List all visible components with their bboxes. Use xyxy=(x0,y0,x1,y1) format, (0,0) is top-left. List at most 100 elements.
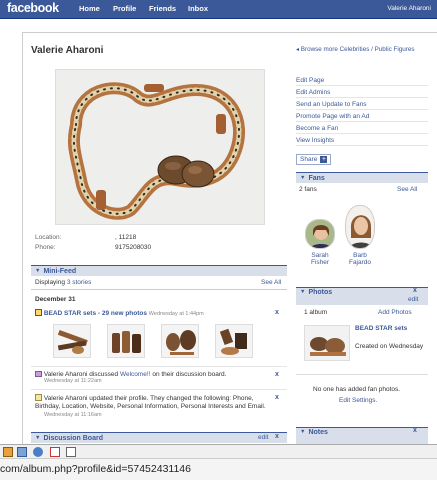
beads-photo-icon xyxy=(305,326,349,360)
discussion-close-button[interactable]: x xyxy=(275,433,279,440)
notes-close-button[interactable]: x xyxy=(413,427,417,434)
album-cover[interactable] xyxy=(304,325,350,361)
fans-see-all[interactable]: See All xyxy=(397,186,417,193)
notes-box-header[interactable]: ▼ Notes xyxy=(296,427,428,444)
feed-item-remove[interactable]: x xyxy=(275,309,279,316)
divider xyxy=(31,289,287,290)
fans-box-header[interactable]: ▼ Fans xyxy=(296,172,428,183)
fans-title: Fans xyxy=(308,174,325,182)
nav-friends[interactable]: Friends xyxy=(149,4,176,13)
collapse-triangle-icon: ▼ xyxy=(300,175,306,181)
feed-item-remove[interactable]: x xyxy=(275,371,279,378)
become-fan-link[interactable]: Become a Fan xyxy=(296,125,428,134)
collapse-triangle-icon: ▼ xyxy=(35,268,41,274)
nav-profile[interactable]: Profile xyxy=(113,4,136,13)
status-bar: com/album.php?profile&id=57452431146 xyxy=(0,458,437,480)
plus-icon: + xyxy=(320,156,328,163)
page-icon[interactable] xyxy=(66,447,76,457)
edit-admins-link[interactable]: Edit Admins xyxy=(296,89,428,98)
location-value: , 11218 xyxy=(115,234,137,241)
fan-first-name: Barb xyxy=(353,252,367,259)
profile-picture[interactable] xyxy=(55,69,265,225)
feed-item-text: Valerie Aharoni discussed xyxy=(43,371,119,378)
app-icon[interactable] xyxy=(3,447,13,457)
minifeed-header[interactable]: ▼ Mini-Feed xyxy=(31,265,287,276)
view-insights-link[interactable]: View Insights xyxy=(296,137,428,146)
photos-edit-link[interactable]: edit xyxy=(408,296,418,303)
collapse-triangle-icon: ▼ xyxy=(35,435,41,441)
left-arrow-icon: ◂ xyxy=(296,47,300,53)
stories-link[interactable]: 3 stories xyxy=(67,279,92,286)
profile-page: Valerie Aharoni ◂ Browse more Celebritie… xyxy=(22,32,437,444)
beads-photo-icon xyxy=(54,325,90,357)
location-label: Location: xyxy=(35,234,62,241)
nav-inbox[interactable]: Inbox xyxy=(188,4,208,13)
feed-item-time: Wednesday at 1:44pm xyxy=(148,311,204,317)
people-icon[interactable] xyxy=(33,447,43,457)
notes-title: Notes xyxy=(308,429,328,436)
fan-name[interactable]: Sarah Fisher xyxy=(300,252,340,266)
fan-avatar[interactable] xyxy=(305,219,335,249)
photo-album-icon xyxy=(35,309,42,316)
photos-album-count: 1 album xyxy=(304,309,328,316)
feed-item-text: Valerie Aharoni updated their profile. T… xyxy=(35,395,266,410)
album-title[interactable]: BEAD STAR sets xyxy=(355,325,425,332)
minifeed-title: Mini-Feed xyxy=(43,267,77,275)
phone-label: Phone: xyxy=(35,244,56,251)
feed-item-time: Wednesday at 11:22am xyxy=(44,378,102,384)
edit-settings-link[interactable]: Edit Settings. xyxy=(339,397,377,404)
facebook-logo[interactable]: facebook xyxy=(7,1,59,15)
page-title: Valerie Aharoni xyxy=(31,45,104,56)
feed-item-remove[interactable]: x xyxy=(275,394,279,401)
fan-last-name: Fajardo xyxy=(348,259,372,266)
fan-avatar[interactable] xyxy=(345,205,375,249)
monitor-icon[interactable] xyxy=(17,447,27,457)
person-photo-icon xyxy=(346,206,374,248)
discussion-title: Discussion Board xyxy=(43,434,103,442)
minifeed-see-all[interactable]: See All xyxy=(261,279,281,286)
send-update-link[interactable]: Send an Update to Fans xyxy=(296,101,428,110)
feed-photo-thumb[interactable] xyxy=(107,324,145,358)
photos-close-button[interactable]: x xyxy=(413,287,417,294)
fans-count: 2 fans xyxy=(299,186,317,193)
welcome-topic-link[interactable]: Welcome!! xyxy=(120,371,151,378)
share-label: Share xyxy=(300,156,318,163)
calendar-icon[interactable] xyxy=(50,447,60,457)
collapse-triangle-icon: ▼ xyxy=(300,289,306,295)
nav-user-name[interactable]: Valerie Aharoni xyxy=(387,5,431,12)
discussion-board-header[interactable]: ▼ Discussion Board xyxy=(31,432,287,443)
divider xyxy=(31,366,287,367)
feed-photo-thumb[interactable] xyxy=(215,324,253,358)
feed-item-text: on their discussion board. xyxy=(152,371,227,378)
feed-item-discussion: Valerie Aharoni discussed Welcome!! on t… xyxy=(35,371,271,384)
beads-photo-icon xyxy=(108,325,144,357)
beads-photo-icon xyxy=(216,325,252,357)
feed-photo-thumb[interactable] xyxy=(161,324,199,358)
collapse-triangle-icon: ▼ xyxy=(300,429,306,435)
browse-more-label: Browse more Celebrities / Public Figures xyxy=(300,46,415,53)
status-url: com/album.php?profile&id=57452431146 xyxy=(0,463,191,475)
top-navigation-bar: facebook Home Profile Friends Inbox Vale… xyxy=(0,0,437,19)
discussion-icon xyxy=(35,371,42,377)
necklace-image xyxy=(56,70,264,224)
fan-last-name: Fisher xyxy=(310,259,330,266)
share-button[interactable]: Share + xyxy=(296,154,332,165)
discussion-edit-link[interactable]: edit xyxy=(258,434,268,441)
pencil-icon xyxy=(35,394,42,401)
edit-page-link[interactable]: Edit Page xyxy=(296,77,428,86)
divider xyxy=(296,374,428,375)
feed-item-photos: BEAD STAR sets - 29 new photos Wednesday… xyxy=(35,309,280,317)
person-photo-icon xyxy=(306,220,334,248)
minifeed-displaying: Displaying 3 stories xyxy=(35,279,91,286)
beads-photo-icon xyxy=(162,325,198,357)
browse-more-link[interactable]: ◂ Browse more Celebrities / Public Figur… xyxy=(296,46,415,53)
add-photos-link[interactable]: Add Photos xyxy=(378,309,412,316)
feed-photo-thumb[interactable] xyxy=(53,324,91,358)
feed-item-title[interactable]: BEAD STAR sets - 29 new photos xyxy=(44,310,147,317)
no-fan-photos-text: No one has added fan photos. xyxy=(313,386,401,393)
feed-item-profile-update: Valerie Aharoni updated their profile. T… xyxy=(35,394,271,419)
nav-home[interactable]: Home xyxy=(79,4,100,13)
fan-name[interactable]: Barb Fajardo xyxy=(340,252,380,266)
promote-page-link[interactable]: Promote Page with an Ad xyxy=(296,113,428,122)
divider xyxy=(31,389,287,390)
